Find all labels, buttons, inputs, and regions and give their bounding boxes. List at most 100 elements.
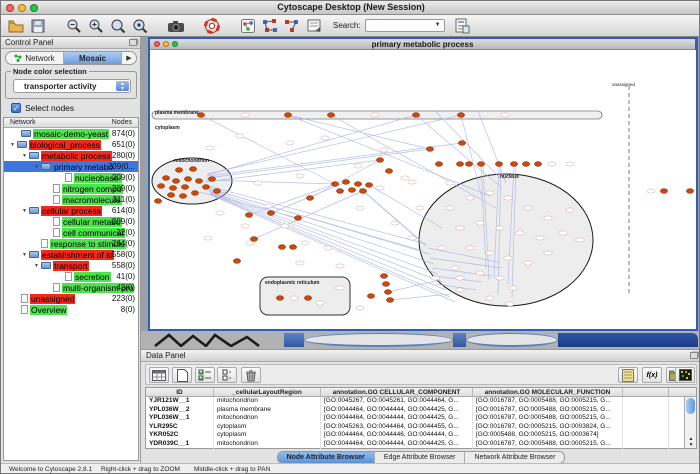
tree-row[interactable]: ▼transport558(0) [4,260,138,271]
formula-icon[interactable]: f(x) [642,367,662,383]
new-attribute-icon[interactable] [172,367,192,383]
tree-row-count: 22(0) [116,228,135,237]
tree-row-label: Overview [30,305,67,315]
network-canvas[interactable]: plasma membranecytoplasmmitochondrionnuc… [150,50,696,329]
network-tab-icon [14,54,22,62]
background-window-edge[interactable] [558,333,698,347]
tree-row[interactable]: multi-organism pro42(0) [4,282,138,293]
zoom-out-icon[interactable] [65,17,83,35]
tab-edge-attribute-browser[interactable]: Edge Attribute Browser [375,452,466,463]
tab-overflow-button[interactable]: ▶ [122,52,136,64]
tab-network[interactable]: Network [6,52,64,64]
attribute-table-body: YJR121W__1mitochondrion[GO:0045267, GO:0… [146,397,696,449]
network-window[interactable]: primary metabolic process plasma membran… [148,37,698,331]
delete-attribute-icon[interactable] [241,367,261,383]
network-window-titlebar[interactable]: primary metabolic process [150,39,695,50]
tree-row[interactable]: ▼primary metabo209(0... [4,161,138,172]
tree-row[interactable]: mosaic-demo-yeast874(0) [4,128,138,139]
background-network-thumbnail[interactable] [151,333,263,347]
tree-row[interactable]: ▼establishment of lo558(0) [4,249,138,260]
table-cell: plasma membrane [214,406,321,415]
select-attributes-icon[interactable] [195,367,215,383]
chevron-up-down-icon: ▲▼ [116,81,129,91]
open-file-icon[interactable] [7,17,25,35]
help-icon[interactable] [203,17,221,35]
table-row[interactable]: YKR052Ccytoplasm[GO:0044464, GO:0044446,… [146,431,696,440]
heatmap-icon[interactable] [675,367,695,383]
float-data-panel-icon[interactable] [690,352,698,359]
background-window-fragment[interactable] [466,333,558,347]
zoom-in-icon[interactable] [87,17,105,35]
tree-row[interactable]: ▼metabolic process280(0) [4,150,138,161]
snapshot-icon[interactable] [167,17,185,35]
attribute-browser-icon[interactable] [453,17,471,35]
column-header[interactable]: annotation.GO MOLECULAR_FUNCTION [473,388,623,396]
network-window-title: primary metabolic process [150,40,695,49]
expander-icon[interactable]: ▼ [32,164,41,170]
scrollbar-thumb[interactable] [686,398,695,414]
column-header[interactable]: _cellularLayoutRegion [214,388,321,396]
zoom-fit-icon[interactable] [109,17,127,35]
file-icon [53,228,60,237]
table-cell: [GO:0044464, GO:0044444, GO:0044425, G..… [321,440,473,449]
layout-1-icon[interactable] [261,17,279,35]
table-scrollbar[interactable]: ▲▼ [684,397,696,448]
tree-row[interactable]: cellular metabo209(0) [4,216,138,227]
expander-icon[interactable]: ▼ [20,252,29,258]
expander-icon[interactable]: ▼ [8,142,17,148]
network-tree: Network Nodes mosaic-demo-yeast874(0)▼bi… [3,117,139,461]
network-graph[interactable]: plasma membranecytoplasmmitochondrionnuc… [150,50,696,329]
cytoscape-window: Cytoscape Desktop (New Session) [0,0,700,474]
save-icon[interactable] [29,17,47,35]
attribute-table-icon[interactable] [149,367,169,383]
tree-row[interactable]: secretion41(0) [4,271,138,282]
tree-row[interactable]: Overview8(0) [4,304,138,315]
tree-row[interactable]: ▼cellular process614(0) [4,205,138,216]
column-header[interactable]: ID [146,388,214,396]
table-cell: mitochondrion [214,397,321,406]
column-header[interactable]: annotation.GO CELLULAR_COMPONENT [321,388,473,396]
expander-icon[interactable]: ▼ [32,263,41,269]
annotation-icon[interactable] [305,17,323,35]
tree-row[interactable]: response to stimulu264(0) [4,238,138,249]
network-tree-header: Network Nodes [4,118,138,128]
tree-row[interactable]: nitrogen compo209(0) [4,183,138,194]
zoom-selected-icon[interactable] [131,17,149,35]
table-row[interactable]: YDR039C__1mitochondrion[GO:0044464, GO:0… [146,440,696,449]
table-row[interactable]: YLR295Ccytoplasm[GO:0045263, GO:0044464,… [146,423,696,432]
window-titlebar[interactable]: Cytoscape Desktop (New Session) [1,1,700,15]
table-row[interactable]: YJR121W__1mitochondrion[GO:0045267, GO:0… [146,397,696,406]
node-color-dropdown[interactable]: transporter activity ▲▼ [13,79,131,93]
tab-node-attribute-browser[interactable]: Node Attribute Browser [278,452,375,463]
notes-icon[interactable] [618,367,638,383]
tree-row[interactable]: ▼ biological_process 651(0) [4,139,138,150]
background-window-edge[interactable] [453,333,466,347]
unselect-attributes-icon[interactable] [217,367,237,383]
expander-icon[interactable]: ▼ [20,208,29,214]
background-window-fragment[interactable] [304,333,453,347]
search-dropdown-icon[interactable]: ▼ [433,21,443,30]
tab-network-attribute-browser[interactable]: Network Attribute Browser [465,452,564,463]
background-window-edge[interactable] [284,333,304,347]
float-panel-icon[interactable] [129,39,137,46]
tab-mosaic[interactable]: Mosaic [64,52,122,64]
select-nodes-checkbox[interactable]: ✓ [11,103,21,113]
control-panel-title: Control Panel [5,38,53,47]
status-item: Middle-click + drag to PAN [194,466,270,473]
tree-row-label: biological_process [29,140,101,150]
scrollbar-arrows[interactable]: ▲▼ [685,436,697,448]
vizmapper-icon[interactable] [239,17,257,35]
tree-row[interactable]: nucleobase-209(0) [4,172,138,183]
tree-row[interactable]: unassigned223(0) [4,293,138,304]
layout-2-icon[interactable] [283,17,301,35]
tree-row[interactable]: cell communicat22(0) [4,227,138,238]
column-header[interactable] [623,388,669,396]
tree-row[interactable]: macromolecule311(0) [4,194,138,205]
table-row[interactable]: YPL036W__2plasma membrane[GO:0044464, GO… [146,406,696,415]
search-input[interactable]: ▼ [365,19,445,32]
attribute-table[interactable]: ID_cellularLayoutRegionannotation.GO CEL… [145,387,697,449]
table-row[interactable]: YPL036W__1mitochondrion[GO:0044464, GO:0… [146,414,696,423]
tree-row-label: cellular process [41,206,102,216]
expander-icon[interactable]: ▼ [20,153,29,159]
tree-row-count: 651(0) [112,140,135,149]
